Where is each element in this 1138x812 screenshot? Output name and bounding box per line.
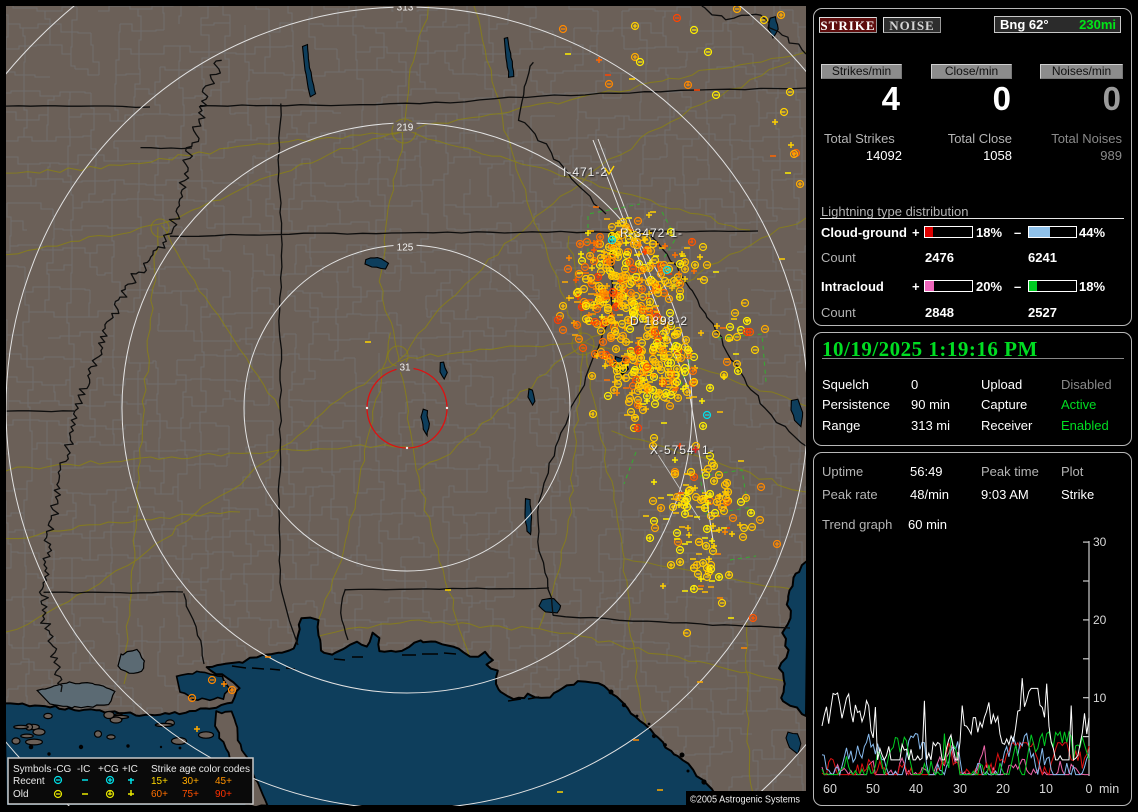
svg-text:30: 30 bbox=[1093, 535, 1107, 549]
svg-text:30+: 30+ bbox=[182, 776, 199, 787]
svg-text:+CG: +CG bbox=[98, 764, 119, 775]
svg-text:60+: 60+ bbox=[151, 789, 168, 800]
svg-text:X-5754: X-5754 bbox=[650, 443, 695, 457]
svg-text:20: 20 bbox=[996, 782, 1010, 796]
svg-text:min: min bbox=[1099, 782, 1119, 796]
svg-text:Strike age color codes: Strike age color codes bbox=[151, 764, 250, 775]
svg-text:Recent: Recent bbox=[13, 776, 45, 787]
svg-text:Symbols: Symbols bbox=[13, 764, 51, 775]
svg-text:15+: 15+ bbox=[151, 776, 168, 787]
svg-text:I-471-2: I-471-2 bbox=[563, 165, 608, 179]
svg-text:10: 10 bbox=[1093, 691, 1107, 705]
svg-text:125: 125 bbox=[397, 243, 414, 254]
svg-text:219: 219 bbox=[397, 123, 414, 134]
svg-text:30: 30 bbox=[953, 782, 967, 796]
svg-text:20: 20 bbox=[1093, 613, 1107, 627]
svg-text:D-1898-2: D-1898-2 bbox=[630, 314, 688, 328]
svg-text:75+: 75+ bbox=[182, 789, 199, 800]
svg-text:-CG: -CG bbox=[53, 764, 72, 775]
svg-text:©2005 Astrogenic Systems: ©2005 Astrogenic Systems bbox=[690, 795, 800, 806]
svg-text:50: 50 bbox=[866, 782, 880, 796]
svg-text:40: 40 bbox=[909, 782, 923, 796]
svg-text:31: 31 bbox=[399, 363, 411, 374]
svg-text:313: 313 bbox=[397, 6, 414, 14]
svg-text:1-: 1- bbox=[702, 443, 715, 457]
svg-text:0: 0 bbox=[1086, 782, 1093, 796]
svg-text:+IC: +IC bbox=[122, 764, 138, 775]
svg-text:60: 60 bbox=[823, 782, 837, 796]
svg-text:90+: 90+ bbox=[215, 789, 232, 800]
svg-text:R-3472-1-: R-3472-1- bbox=[620, 226, 683, 240]
svg-text:10: 10 bbox=[1039, 782, 1053, 796]
svg-text:-IC: -IC bbox=[77, 764, 90, 775]
svg-text:Old: Old bbox=[13, 789, 29, 800]
svg-text:45+: 45+ bbox=[215, 776, 232, 787]
